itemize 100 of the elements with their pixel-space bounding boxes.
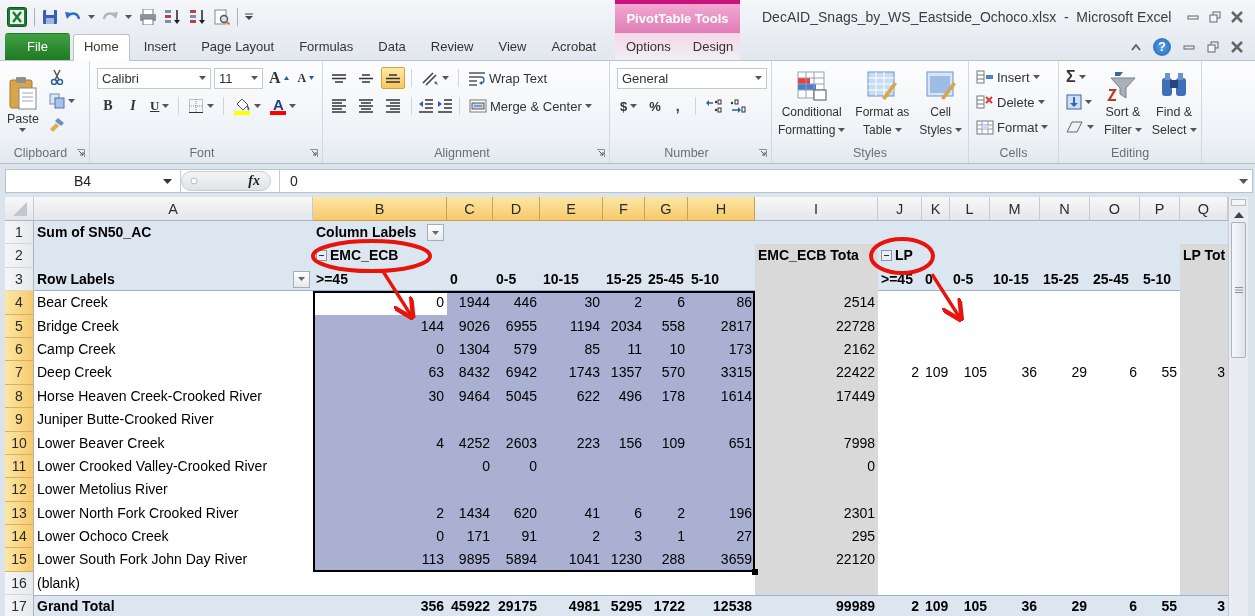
pivot-header: Row Labels bbox=[37, 270, 115, 290]
column-header[interactable]: N bbox=[1040, 197, 1090, 221]
column-header[interactable]: J bbox=[878, 197, 922, 221]
table-cell-text: 1434 bbox=[457, 503, 491, 523]
group-label: Editing bbox=[1109, 145, 1151, 160]
table-cell-text: 579 bbox=[512, 339, 538, 359]
table-cell-text: 55 bbox=[1160, 597, 1178, 616]
table-cell-text: 1357 bbox=[609, 363, 643, 383]
column-label: 0-5 bbox=[495, 269, 518, 289]
row-label: (blank) bbox=[36, 573, 81, 593]
cell-styles-button[interactable]: Cell Styles bbox=[917, 66, 964, 142]
column-header[interactable]: G bbox=[645, 197, 688, 221]
column-label: 15-25 bbox=[1042, 269, 1080, 289]
row-number: 12 bbox=[5, 478, 34, 502]
format-as-table-button[interactable]: Format as Table bbox=[853, 66, 912, 142]
paste-button[interactable]: Paste bbox=[4, 66, 42, 142]
formula-field[interactable]: 0 bbox=[290, 173, 298, 189]
shrink-font-button[interactable]: A bbox=[294, 69, 318, 87]
column-header[interactable]: L bbox=[950, 197, 990, 221]
ribbon-tab[interactable]: Acrobat bbox=[540, 34, 608, 60]
column-header[interactable]: I bbox=[755, 197, 878, 221]
percent-button[interactable]: % bbox=[646, 97, 664, 115]
row-number: 15 bbox=[5, 548, 34, 572]
font-size-dropdown[interactable]: 11 bbox=[214, 67, 263, 89]
italic-button[interactable]: I bbox=[122, 97, 144, 115]
column-header[interactable]: A bbox=[34, 197, 313, 221]
cells-delete-button[interactable]: Delete bbox=[973, 91, 1052, 113]
column-header[interactable]: C bbox=[447, 197, 493, 221]
table-cell-text: 6 bbox=[676, 293, 686, 313]
ribbon-tab[interactable]: Data bbox=[367, 34, 417, 60]
column-header[interactable]: O bbox=[1090, 197, 1140, 221]
total-cell-text: 2301 bbox=[842, 503, 876, 523]
ribbon-tab[interactable]: Formulas bbox=[288, 34, 365, 60]
ribbon-tab[interactable]: Design bbox=[681, 34, 745, 60]
column-label: >=45 bbox=[880, 269, 914, 289]
column-header[interactable]: K bbox=[922, 197, 950, 221]
column-header[interactable]: E bbox=[540, 197, 603, 221]
grow-font-button[interactable]: A bbox=[266, 68, 292, 88]
font-name-dropdown[interactable]: Calibri bbox=[97, 67, 211, 89]
column-header[interactable]: H bbox=[688, 197, 755, 221]
name-box[interactable]: B4 bbox=[6, 170, 181, 192]
row-label: Lower South Fork John Day River bbox=[36, 550, 249, 570]
group-label: Clipboard bbox=[12, 145, 69, 160]
column-header[interactable]: P bbox=[1140, 197, 1180, 221]
comma-style-button[interactable]: , bbox=[669, 97, 686, 115]
column-header[interactable]: F bbox=[603, 197, 645, 221]
row-number: 6 bbox=[5, 337, 34, 362]
table-cell-text: 171 bbox=[465, 527, 491, 547]
underline-button[interactable]: U bbox=[147, 97, 173, 115]
number-format-dropdown[interactable]: General bbox=[617, 67, 767, 89]
table-cell-text: 45922 bbox=[450, 597, 491, 616]
row-number: 2 bbox=[5, 244, 34, 268]
column-header[interactable]: Q bbox=[1180, 197, 1228, 221]
column-header[interactable]: M bbox=[990, 197, 1040, 221]
table-cell-text: 570 bbox=[660, 363, 686, 383]
table-cell-text: 2 bbox=[910, 363, 920, 383]
column-label: 10-15 bbox=[992, 269, 1030, 289]
find-select-button[interactable]: Find & Select bbox=[1148, 66, 1200, 142]
ribbon-tab[interactable]: Home bbox=[72, 34, 130, 61]
insert-function-button[interactable]: fx bbox=[248, 173, 260, 189]
column-label: 5-10 bbox=[1142, 269, 1173, 289]
autosum-button[interactable]: Σ bbox=[1063, 66, 1097, 88]
table-cell-text: 8432 bbox=[457, 363, 491, 383]
sort-filter-button[interactable]: Sort & Filter bbox=[1101, 66, 1145, 142]
merge-center-button[interactable]: Merge & Center bbox=[466, 97, 595, 115]
bold-button[interactable]: B bbox=[97, 97, 119, 115]
row-number: 1 bbox=[5, 221, 34, 245]
currency-button[interactable]: $ bbox=[617, 97, 641, 115]
ribbon-tab[interactable]: Review bbox=[419, 34, 485, 60]
table-cell-text: 105 bbox=[962, 597, 988, 616]
file-tab[interactable]: File bbox=[5, 33, 70, 60]
table-cell-text: 1944 bbox=[457, 293, 491, 313]
column-header[interactable]: D bbox=[493, 197, 540, 221]
table-cell-text: 0 bbox=[528, 456, 538, 476]
table-cell-text: 620 bbox=[512, 503, 538, 523]
table-cell-text: 2 bbox=[910, 597, 920, 616]
row-number: 16 bbox=[5, 571, 34, 596]
ribbon-tab[interactable]: Options bbox=[615, 34, 682, 60]
table-cell-text: 1230 bbox=[609, 550, 643, 570]
table-cell-text: 173 bbox=[727, 339, 753, 359]
table-cell-text: 1194 bbox=[568, 316, 601, 336]
ribbon-tab[interactable]: View bbox=[487, 34, 538, 60]
table-cell-text: 5045 bbox=[504, 386, 538, 406]
ribbon-tab[interactable]: Page Layout bbox=[190, 34, 286, 60]
cells-insert-button[interactable]: Insert bbox=[973, 66, 1052, 88]
table-cell-text: 109 bbox=[924, 363, 950, 383]
row-label: Bridge Creek bbox=[36, 316, 120, 336]
column-header[interactable]: B bbox=[313, 197, 447, 221]
row-number: 9 bbox=[5, 408, 34, 432]
table-cell-text: 1 bbox=[676, 527, 686, 547]
wrap-text-button[interactable]: Wrap Text bbox=[465, 69, 551, 87]
total-cell-text: 22422 bbox=[835, 363, 876, 383]
cells-format-button[interactable]: Format bbox=[973, 116, 1052, 138]
row-label: Lower Beaver Creek bbox=[36, 433, 166, 453]
row-number: 13 bbox=[5, 501, 34, 526]
ribbon-tab[interactable]: Insert bbox=[132, 34, 188, 60]
conditional-formatting-button[interactable]: Conditional Formatting bbox=[776, 66, 848, 142]
window-title: DecAID_Snags_by_WS_Eastside_Ochoco.xlsx - Microsoft Excel bbox=[761, 7, 1173, 27]
group-label: Alignment bbox=[433, 145, 491, 160]
font-color-button[interactable]: A bbox=[267, 96, 300, 116]
